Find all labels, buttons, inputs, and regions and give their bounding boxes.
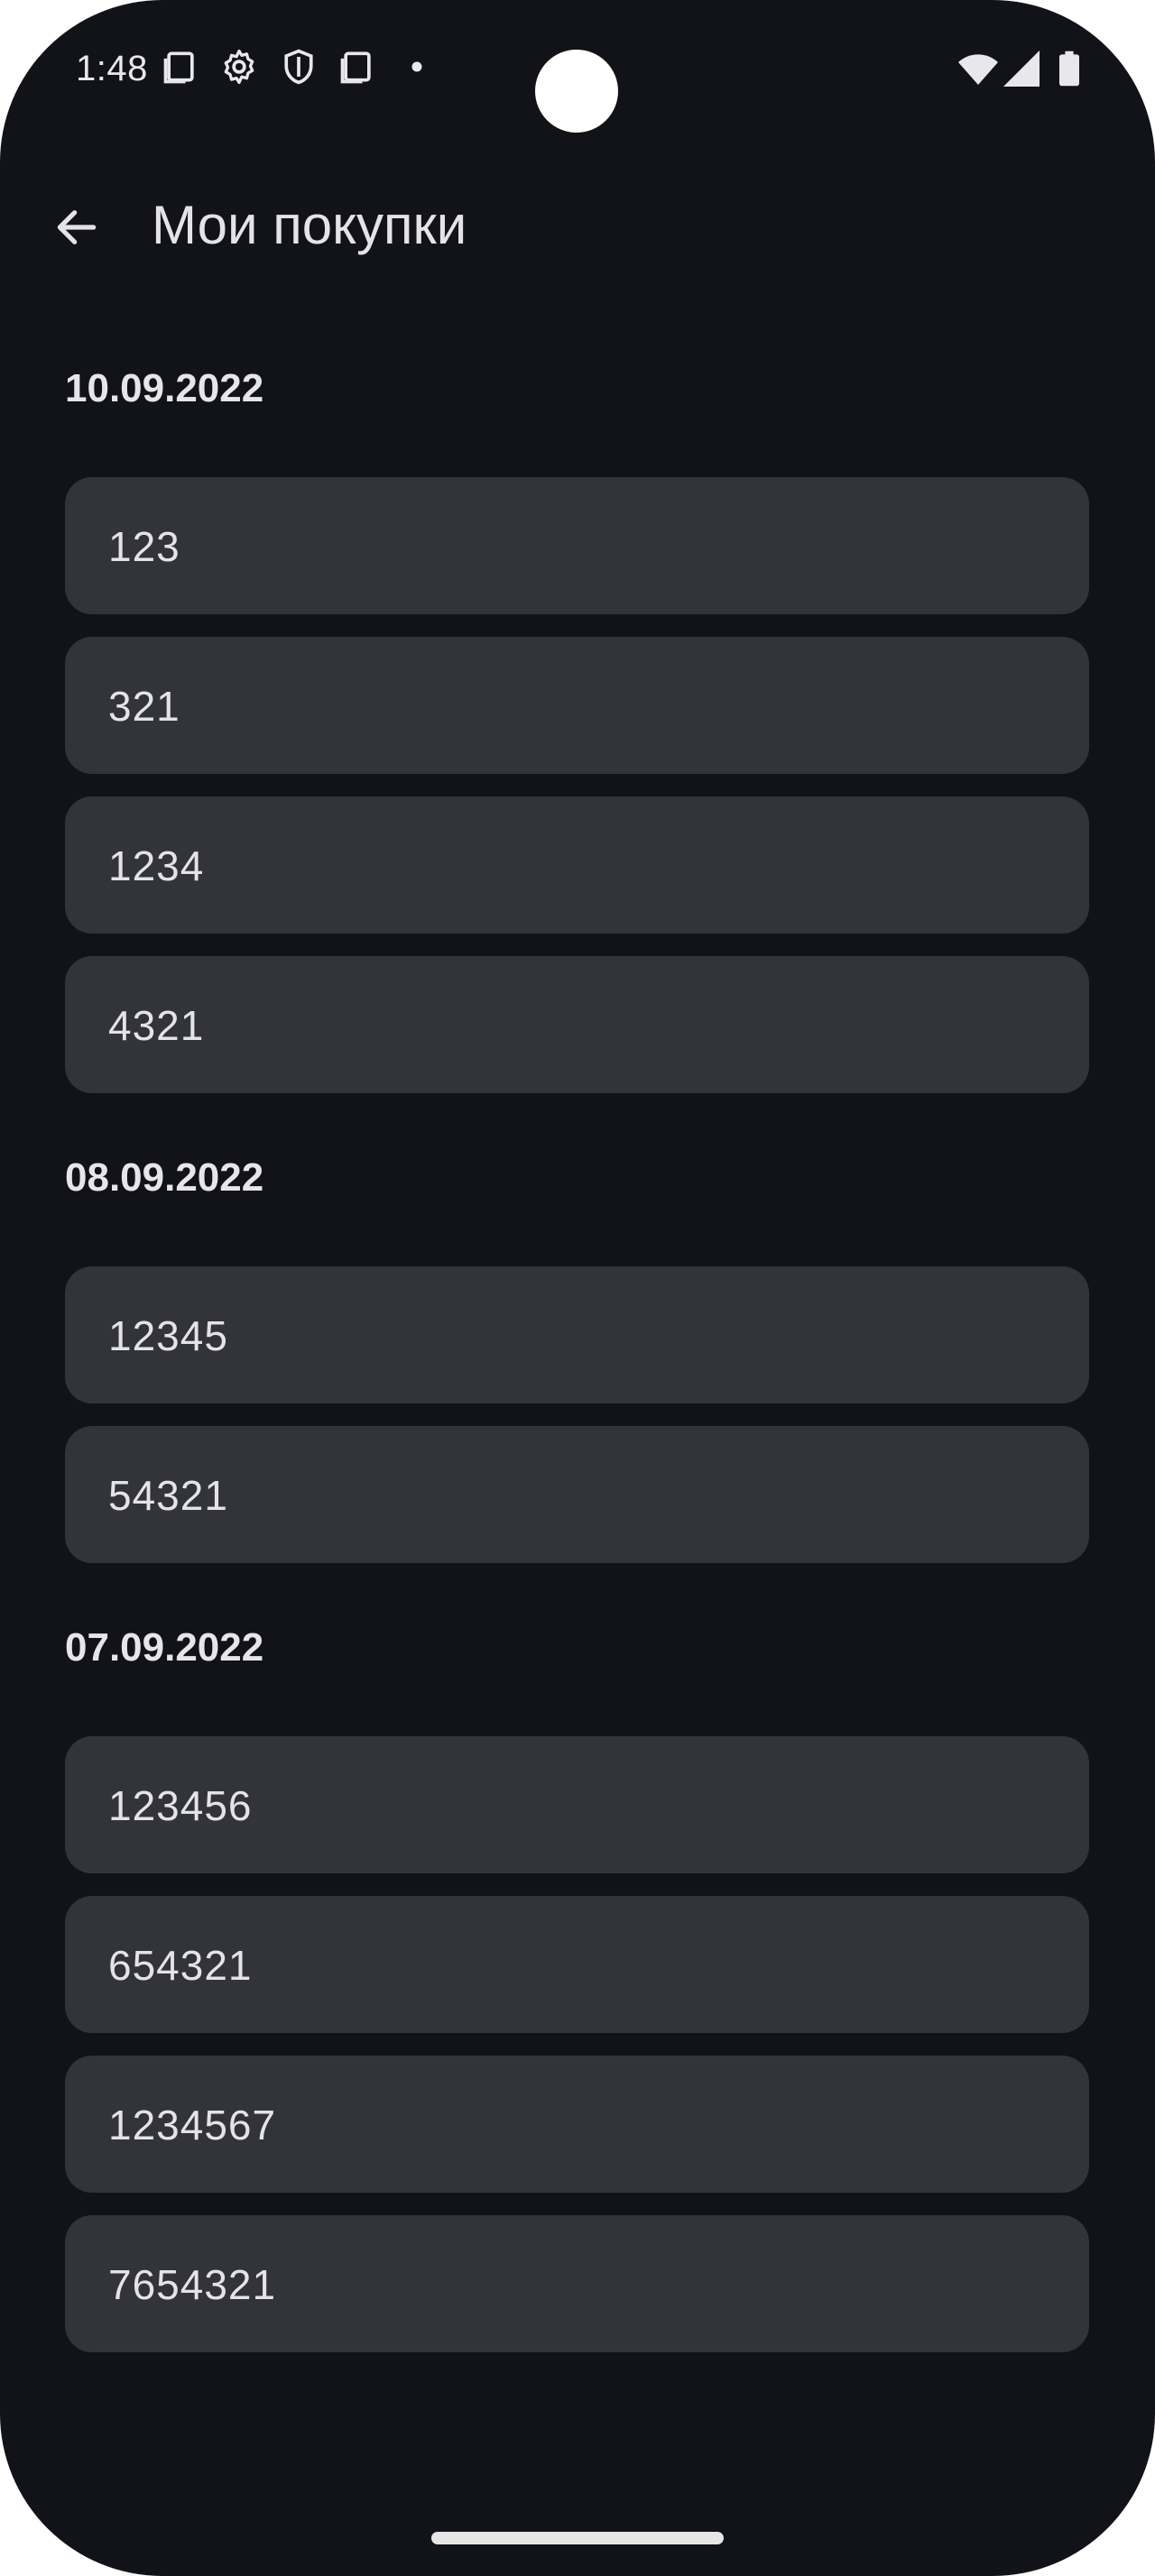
list-item-label: 1234567 xyxy=(108,2102,277,2148)
back-button[interactable] xyxy=(36,198,117,256)
list-item[interactable]: 1234567 xyxy=(65,2056,1089,2193)
list-item[interactable]: 321 xyxy=(65,637,1089,774)
list-item[interactable]: 123456 xyxy=(65,1736,1089,1873)
list-item[interactable]: 54321 xyxy=(65,1426,1089,1563)
shield-icon xyxy=(279,47,319,87)
list-item[interactable]: 654321 xyxy=(65,1896,1089,2033)
list-item-label: 54321 xyxy=(108,1472,228,1519)
list-item[interactable]: 1234 xyxy=(65,796,1089,934)
arrow-back-icon xyxy=(51,202,102,253)
home-indicator[interactable] xyxy=(431,2532,724,2544)
app-bar: Мои покупки xyxy=(0,171,1155,280)
wifi-icon xyxy=(956,47,1000,90)
screenshot-icon xyxy=(337,47,377,87)
cellular-signal-icon xyxy=(1000,47,1043,90)
list-item-label: 12345 xyxy=(108,1312,228,1359)
list-item[interactable]: 123 xyxy=(65,477,1089,614)
list-item-label: 7654321 xyxy=(108,2261,277,2308)
phone-screen: 1:48 Мои покупки 10.09.2022 123 321 1234… xyxy=(0,0,1155,2576)
page-title: Мои покупки xyxy=(152,195,467,255)
notification-dot-icon xyxy=(397,47,437,87)
list-item[interactable]: 12345 xyxy=(65,1266,1089,1403)
date-header: 08.09.2022 xyxy=(65,1155,264,1200)
status-bar: 1:48 xyxy=(0,0,1155,144)
battery-icon xyxy=(1049,47,1089,90)
status-time: 1:48 xyxy=(76,49,148,88)
screenshot-icon xyxy=(161,47,200,87)
list-item-label: 4321 xyxy=(108,1002,205,1049)
list-item[interactable]: 4321 xyxy=(65,956,1089,1093)
front-camera xyxy=(535,50,618,133)
list-item[interactable]: 7654321 xyxy=(65,2215,1089,2352)
settings-icon xyxy=(219,47,259,87)
list-item-label: 1234 xyxy=(108,842,205,889)
list-item-label: 123456 xyxy=(108,1782,253,1829)
list-item-label: 123 xyxy=(108,523,180,570)
date-header: 10.09.2022 xyxy=(65,366,264,410)
list-item-label: 321 xyxy=(108,683,180,730)
date-header: 07.09.2022 xyxy=(65,1625,264,1670)
list-item-label: 654321 xyxy=(108,1942,253,1989)
